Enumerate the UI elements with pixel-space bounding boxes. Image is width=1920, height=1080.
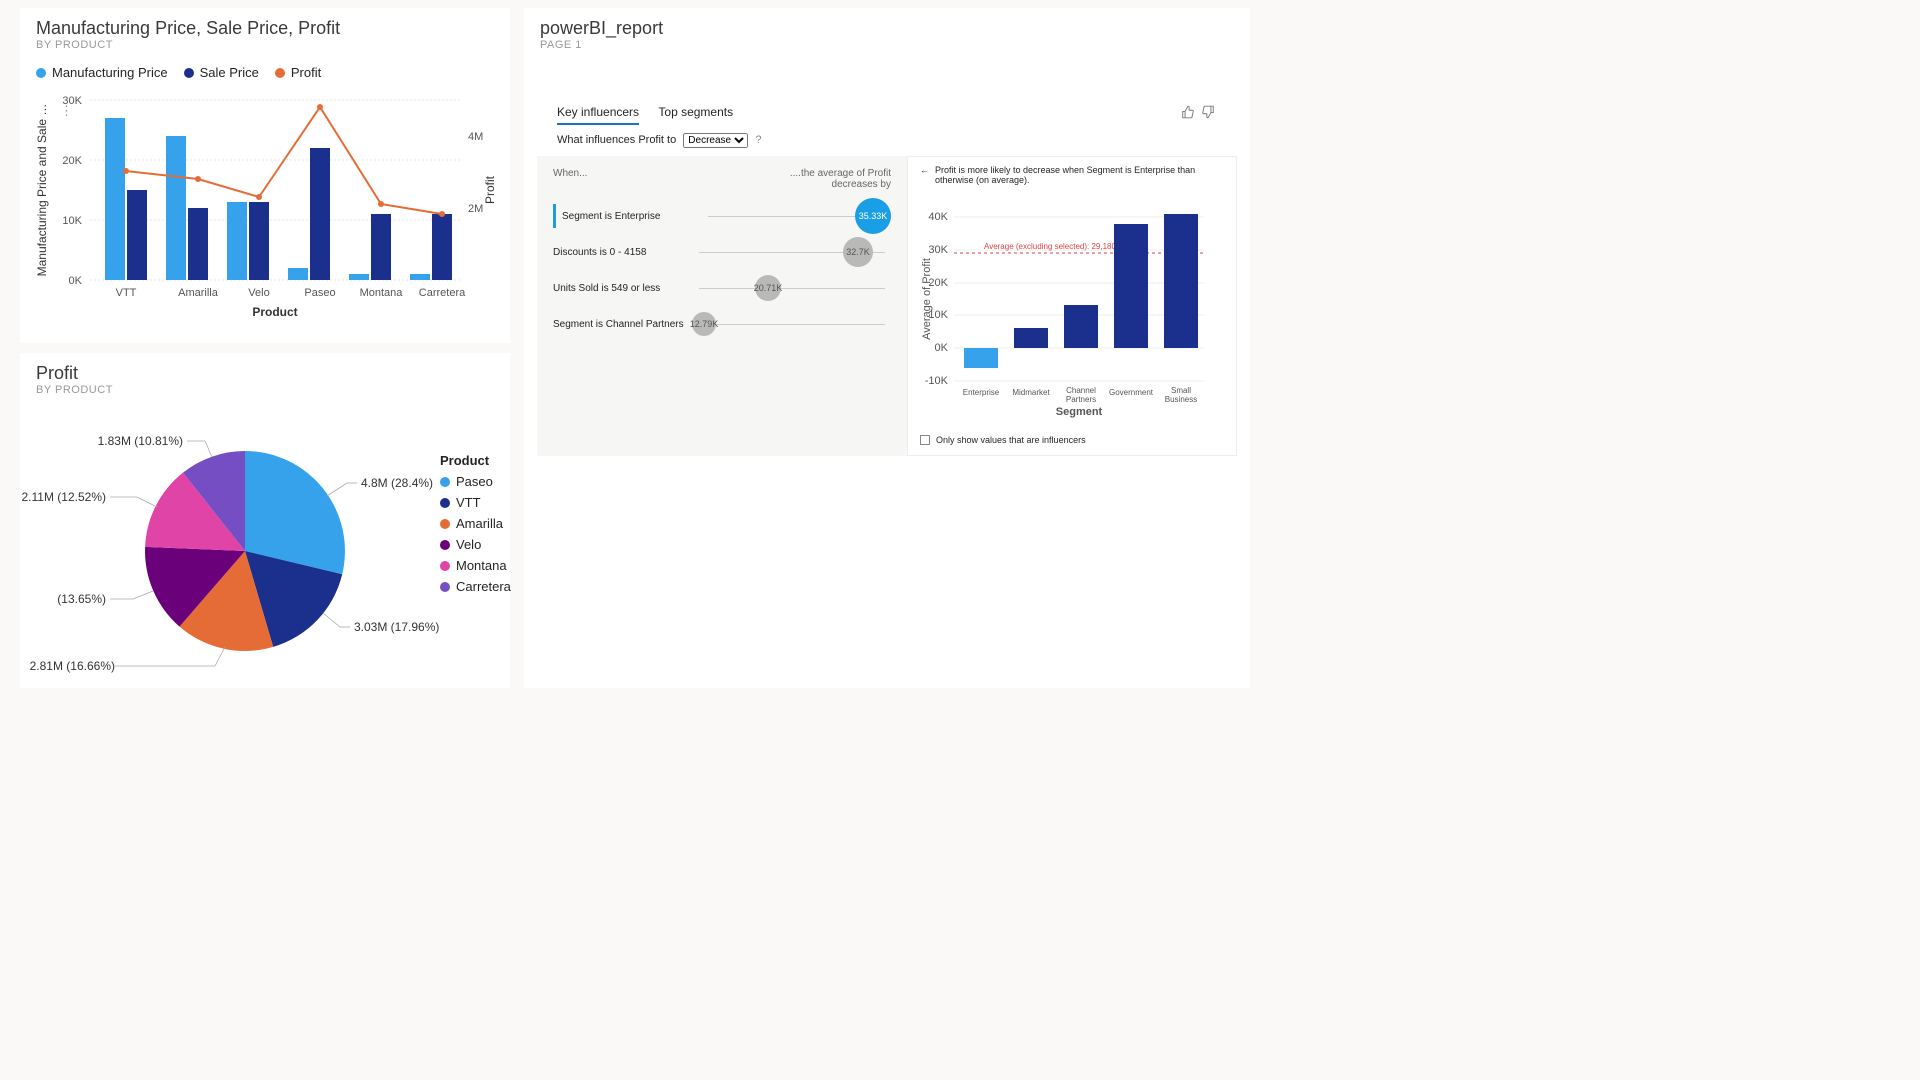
svg-text:Carretera: Carretera — [419, 287, 466, 299]
ki-bubble[interactable]: 32.7K — [843, 237, 873, 267]
swatch-icon — [36, 68, 46, 78]
pie-chart-card[interactable]: Profit BY PRODUCT — [20, 353, 510, 688]
svg-text:20K: 20K — [62, 155, 82, 167]
svg-text:Profit: Profit — [483, 175, 497, 204]
svg-text:2.11M (12.52%): 2.11M (12.52%) — [22, 490, 107, 504]
ki-row[interactable]: Segment is Channel Partners 12.79K — [553, 306, 891, 342]
combo-chart-card[interactable]: Manufacturing Price, Sale Price, Profit … — [20, 8, 510, 343]
pie-title: Profit — [36, 363, 494, 384]
svg-text:VTT: VTT — [116, 287, 137, 299]
ki-detail-chart[interactable]: -10K 0K 10K 20K 30K 40K Average (excludi… — [920, 185, 1226, 425]
svg-text:4.8M (28.4%): 4.8M (28.4%) — [361, 476, 433, 490]
svg-text:2.81M (16.66%): 2.81M (16.66%) — [30, 659, 115, 673]
report-card: powerBI_report PAGE 1 Key influencers To… — [524, 8, 1250, 688]
combo-subtitle: BY PRODUCT — [36, 39, 494, 51]
more-options-icon[interactable]: ⋮ — [60, 103, 73, 118]
ki-target-select[interactable]: Decrease — [683, 133, 748, 148]
svg-text:Average (excluding selected):: Average (excluding selected): 29,180.41 — [984, 242, 1128, 251]
ki-row[interactable]: Discounts is 0 - 4158 32.7K — [553, 234, 891, 270]
legend-item-vtt[interactable]: VTT — [440, 495, 511, 510]
svg-text:Manufacturing Price and Sale …: Manufacturing Price and Sale … — [35, 104, 49, 277]
ki-bubble[interactable]: 35.33K — [855, 198, 891, 234]
svg-text:Amarilla: Amarilla — [178, 287, 219, 299]
svg-text:(13.65%): (13.65%) — [57, 592, 106, 606]
ki-only-influencers-checkbox[interactable]: Only show values that are influencers — [920, 435, 1224, 445]
ki-bubble[interactable]: 12.79K — [692, 312, 716, 336]
svg-text:ChannelPartners: ChannelPartners — [1066, 386, 1096, 404]
svg-text:Montana: Montana — [360, 287, 404, 299]
svg-text:4M: 4M — [468, 131, 483, 143]
svg-text:Paseo: Paseo — [304, 287, 335, 299]
key-influencers-visual[interactable]: Key influencers Top segments What influe… — [536, 94, 1238, 466]
ki-question: What influences Profit to — [557, 134, 676, 146]
ki-detail-text: Profit is more likely to decrease when S… — [935, 165, 1224, 185]
ki-row[interactable]: Units Sold is 549 or less 20.71K — [553, 270, 891, 306]
report-subtitle: PAGE 1 — [540, 39, 1234, 51]
combo-chart[interactable]: 0K 10K 20K 30K 2M 4M — [20, 90, 510, 335]
back-arrow-icon[interactable]: ← — [920, 165, 929, 175]
ki-row[interactable]: Segment is Enterprise 35.33K — [553, 198, 891, 234]
svg-text:Segment: Segment — [1056, 406, 1103, 418]
legend-item-sale[interactable]: Sale Price — [184, 65, 259, 80]
bars[interactable] — [105, 118, 452, 280]
legend-item-carretera[interactable]: Carretera — [440, 579, 511, 594]
legend-item-profit[interactable]: Profit — [275, 65, 321, 80]
svg-text:Velo: Velo — [248, 287, 269, 299]
svg-text:SmallBusiness: SmallBusiness — [1165, 386, 1197, 404]
pie-legend-title: Product — [440, 453, 511, 468]
legend-item-paseo[interactable]: Paseo — [440, 474, 511, 489]
swatch-icon — [275, 68, 285, 78]
report-title: powerBI_report — [540, 18, 1234, 39]
pie-legend: Product Paseo VTT Amarilla Velo Montana … — [440, 453, 511, 594]
svg-text:40K: 40K — [928, 211, 948, 223]
svg-text:Product: Product — [252, 305, 297, 319]
ki-right-header: ....the average of Profit decreases by — [781, 168, 891, 190]
svg-text:Enterprise: Enterprise — [963, 388, 1000, 397]
ki-left-header: When... — [553, 168, 587, 190]
swatch-icon — [184, 68, 194, 78]
legend-item-velo[interactable]: Velo — [440, 537, 511, 552]
ki-detail-panel: ← Profit is more likely to decrease when… — [907, 156, 1237, 456]
ki-bubble[interactable]: 20.71K — [755, 275, 781, 301]
svg-text:10K: 10K — [62, 215, 82, 227]
combo-title: Manufacturing Price, Sale Price, Profit — [36, 18, 494, 39]
help-icon[interactable]: ? — [755, 134, 761, 146]
svg-text:-10K: -10K — [925, 375, 949, 387]
legend-item-manufacturing[interactable]: Manufacturing Price — [36, 65, 168, 80]
thumbs-down-icon[interactable] — [1201, 105, 1215, 119]
thumbs-up-icon[interactable] — [1181, 105, 1195, 119]
ki-influencers-list: When... ....the average of Profit decrea… — [537, 156, 907, 456]
tab-top-segments[interactable]: Top segments — [658, 105, 733, 123]
svg-text:30K: 30K — [928, 244, 948, 256]
svg-text:0K: 0K — [935, 342, 949, 354]
svg-text:Midmarket: Midmarket — [1012, 388, 1050, 397]
svg-text:0K: 0K — [69, 275, 83, 287]
svg-text:2M: 2M — [468, 203, 483, 215]
selected-marker-icon — [553, 204, 556, 228]
pie-chart[interactable]: 4.8M (28.4%) 3.03M (17.96%) 2.81M (16.66… — [20, 406, 510, 686]
legend-item-montana[interactable]: Montana — [440, 558, 511, 573]
svg-text:1.83M (10.81%): 1.83M (10.81%) — [98, 434, 183, 448]
svg-text:Government: Government — [1109, 388, 1154, 397]
tab-key-influencers[interactable]: Key influencers — [557, 105, 639, 125]
legend-item-amarilla[interactable]: Amarilla — [440, 516, 511, 531]
checkbox-icon[interactable] — [920, 435, 930, 445]
pie-subtitle: BY PRODUCT — [36, 384, 494, 396]
svg-text:Average of Profit: Average of Profit — [921, 258, 933, 340]
svg-text:3.03M (17.96%): 3.03M (17.96%) — [354, 620, 439, 634]
